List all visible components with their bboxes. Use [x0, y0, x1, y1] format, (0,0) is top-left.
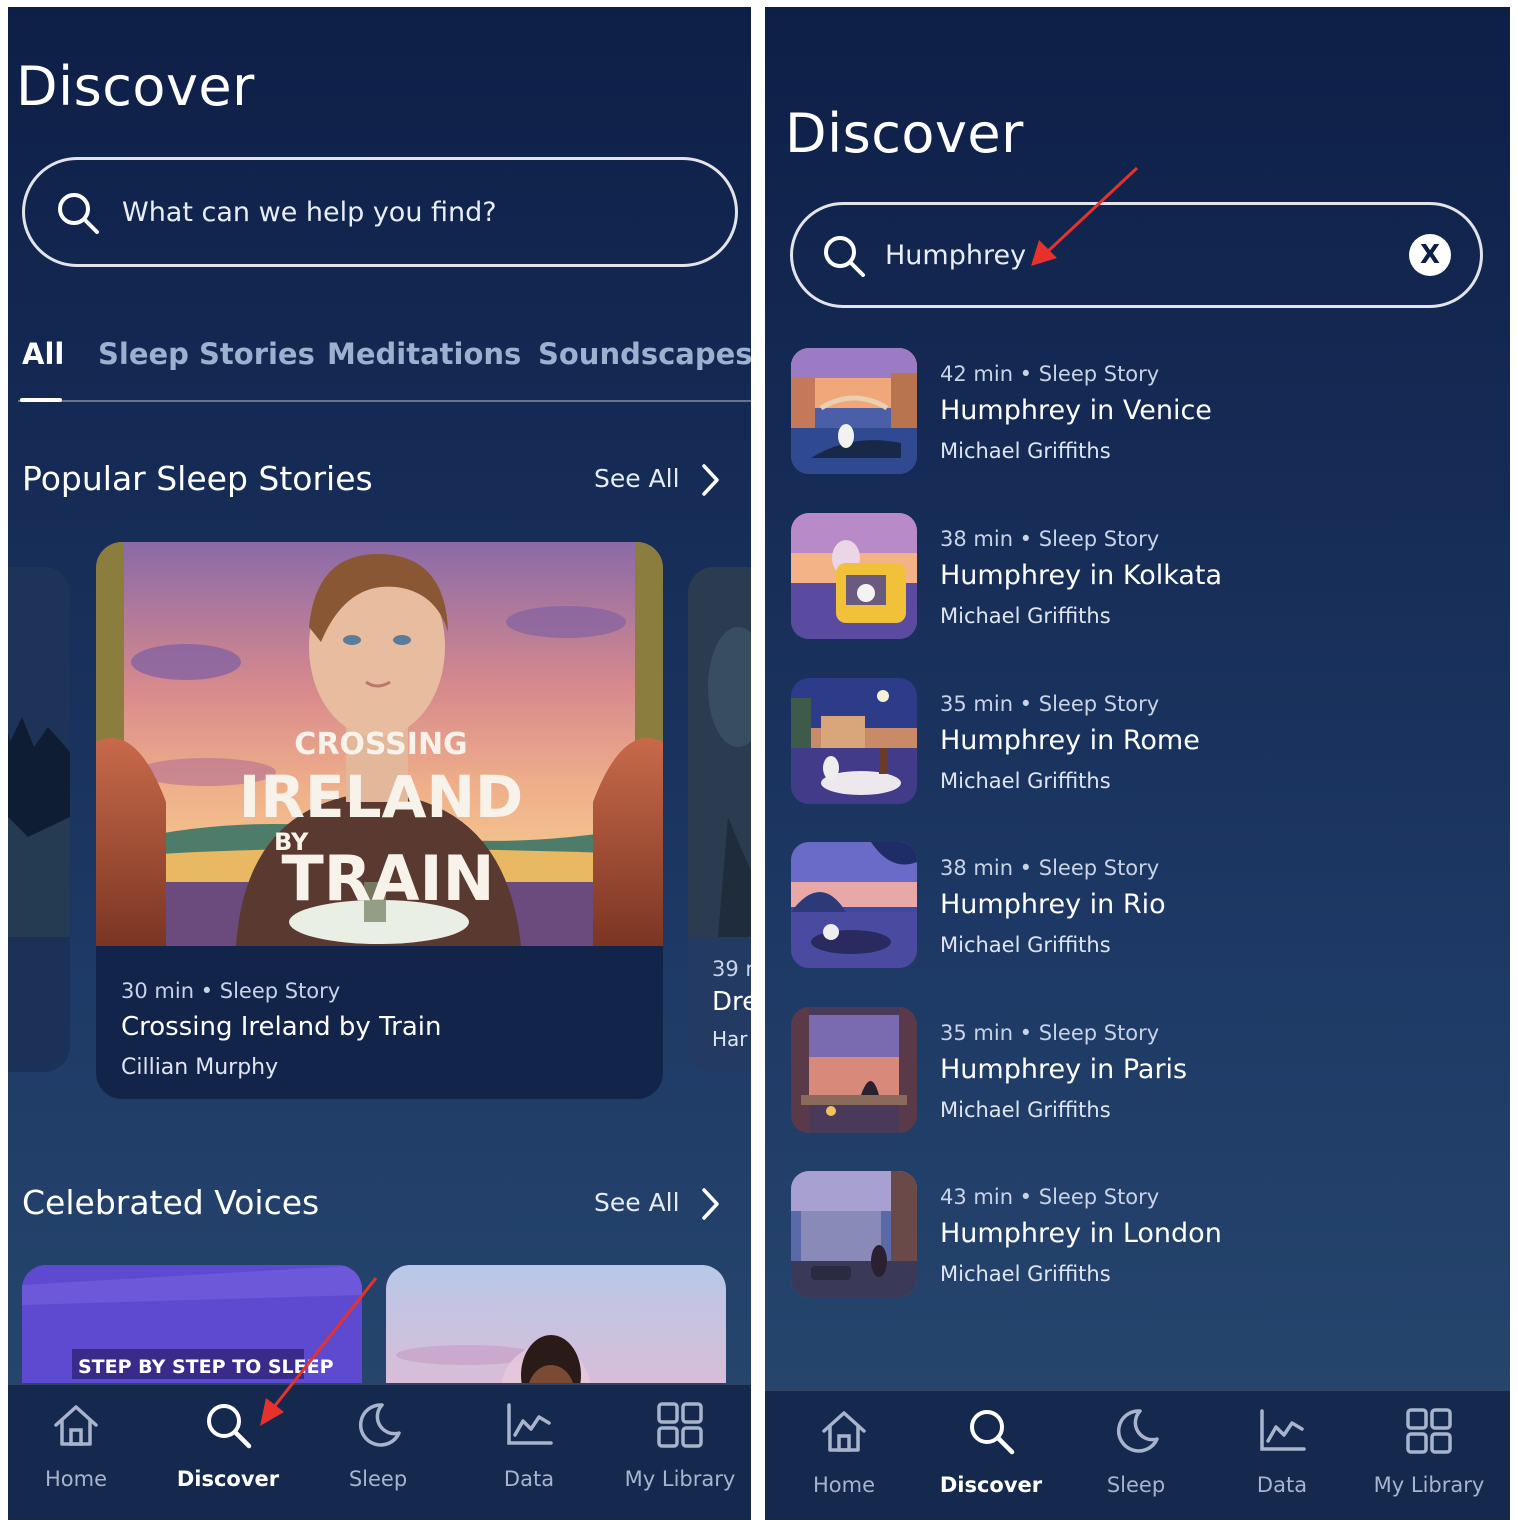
celebrated-voices-heading: Celebrated Voices — [22, 1183, 320, 1222]
next-story-meta: 39 r — [712, 957, 751, 981]
tab-divider — [18, 400, 751, 402]
result-author: Michael Griffiths — [940, 1098, 1111, 1122]
result-meta: 35 min • Sleep Story — [940, 1021, 1160, 1045]
feature-meta: 30 min • Sleep Story — [121, 979, 341, 1003]
chevron-right-icon[interactable] — [700, 463, 720, 497]
tab-all[interactable]: All — [22, 337, 64, 371]
nav-my-library-label: My Library — [1373, 1473, 1485, 1497]
result-author: Michael Griffiths — [940, 769, 1111, 793]
next-story-author: Har — [712, 1027, 748, 1051]
search-placeholder: What can we help you find? — [122, 197, 497, 228]
annotation-arrow — [260, 1277, 378, 1426]
result-title: Humphrey in Paris — [940, 1054, 1188, 1085]
nav-sleep-label: Sleep — [1106, 1473, 1166, 1497]
nav-sleep[interactable]: Sleep — [1061, 1391, 1211, 1520]
result-meta: 42 min • Sleep Story — [940, 362, 1160, 386]
grid-icon — [657, 1402, 703, 1448]
discover-screen-right: Discover Humphrey X 42 min • Sleep Story… — [765, 7, 1510, 1520]
next-story-artwork — [688, 567, 751, 937]
nav-data[interactable]: Data — [1207, 1391, 1357, 1520]
paris-thumbnail — [791, 1007, 917, 1133]
search-bar[interactable]: What can we help you find? — [22, 157, 738, 267]
rio-thumbnail — [791, 842, 917, 968]
result-humphrey-in-kolkata[interactable]: 38 min • Sleep Story Humphrey in Kolkata… — [791, 513, 1491, 641]
nav-discover[interactable]: Discover — [916, 1391, 1066, 1520]
nav-my-library-label: My Library — [624, 1467, 736, 1491]
search-icon — [58, 193, 99, 234]
nav-home-label: Home — [44, 1467, 107, 1491]
result-author: Michael Griffiths — [940, 604, 1111, 628]
result-title: Humphrey in Venice — [940, 395, 1212, 426]
nav-my-library[interactable]: My Library — [605, 1385, 751, 1520]
result-author: Michael Griffiths — [940, 933, 1111, 957]
forest-artwork — [8, 567, 70, 1072]
home-icon — [822, 1411, 866, 1452]
nav-sleep-label: Sleep — [348, 1467, 408, 1491]
result-author: Michael Griffiths — [940, 439, 1111, 463]
grid-icon — [1406, 1408, 1452, 1454]
home-icon — [54, 1405, 98, 1446]
search-input[interactable]: Humphrey — [885, 240, 1026, 271]
result-meta: 35 min • Sleep Story — [940, 692, 1160, 716]
moon-icon — [1116, 1409, 1159, 1453]
result-humphrey-in-rome[interactable]: 35 min • Sleep Story Humphrey in Rome Mi… — [791, 678, 1491, 806]
popular-sleep-stories-heading: Popular Sleep Stories — [22, 459, 373, 498]
result-author: Michael Griffiths — [940, 1262, 1111, 1286]
art-title-line4: TRAIN — [282, 842, 495, 915]
venice-thumbnail — [791, 348, 917, 474]
nav-home[interactable]: Home — [769, 1391, 919, 1520]
london-thumbnail — [791, 1171, 917, 1297]
search-icon — [970, 1410, 1015, 1455]
previous-story-card[interactable] — [8, 567, 70, 1072]
tab-meditations[interactable]: Meditations — [327, 337, 521, 371]
popular-see-all-link[interactable]: See All — [594, 464, 680, 493]
result-meta: 38 min • Sleep Story — [940, 527, 1160, 551]
page-title: Discover — [785, 102, 1024, 165]
next-story-title: Dre — [712, 987, 751, 1017]
result-meta: 43 min • Sleep Story — [940, 1185, 1160, 1209]
result-humphrey-in-london[interactable]: 43 min • Sleep Story Humphrey in London … — [791, 1171, 1491, 1299]
crossing-ireland-artwork: CROSSING IRELAND BY TRAIN — [96, 542, 663, 946]
clear-search-button[interactable]: X — [1409, 234, 1451, 276]
tab-active-indicator — [20, 398, 62, 402]
result-title: Humphrey in Rio — [940, 889, 1166, 920]
nav-data[interactable]: Data — [454, 1385, 604, 1520]
result-title: Humphrey in Kolkata — [940, 560, 1223, 591]
search-icon — [824, 236, 865, 277]
chart-icon — [1260, 1409, 1306, 1451]
art-title-line2: IRELAND — [239, 763, 523, 831]
search-icon — [207, 1404, 252, 1449]
result-title: Humphrey in Rome — [940, 725, 1200, 756]
kolkata-thumbnail — [791, 513, 917, 639]
feature-title: Crossing Ireland by Train — [121, 1012, 442, 1042]
tab-soundscapes[interactable]: Soundscapes — [538, 337, 751, 371]
page-title: Discover — [16, 55, 255, 118]
result-title: Humphrey in London — [940, 1218, 1222, 1249]
chart-icon — [507, 1403, 553, 1445]
discover-screen-left: Discover What can we help you find? All … — [8, 7, 751, 1520]
nav-discover-label: Discover — [176, 1467, 280, 1491]
result-humphrey-in-rio[interactable]: 38 min • Sleep Story Humphrey in Rio Mic… — [791, 842, 1491, 970]
chevron-right-icon[interactable] — [700, 1187, 720, 1221]
rome-thumbnail — [791, 678, 917, 804]
result-humphrey-in-paris[interactable]: 35 min • Sleep Story Humphrey in Paris M… — [791, 1007, 1491, 1135]
tab-sleep-stories[interactable]: Sleep Stories — [98, 337, 315, 371]
voices-see-all-link[interactable]: See All — [594, 1188, 680, 1217]
nav-data-label: Data — [503, 1467, 555, 1491]
result-meta: 38 min • Sleep Story — [940, 856, 1160, 880]
next-story-card[interactable]: 39 r Dre Har — [688, 567, 751, 1072]
featured-story-card[interactable]: CROSSING IRELAND BY TRAIN 30 min • Sleep… — [96, 542, 663, 1099]
nav-home-label: Home — [812, 1473, 875, 1497]
bottom-tab-bar: Home Discover Sleep Data My Library — [765, 1389, 1510, 1520]
nav-discover-label: Discover — [939, 1473, 1043, 1497]
nav-my-library[interactable]: My Library — [1354, 1391, 1504, 1520]
nav-home[interactable]: Home — [8, 1385, 151, 1520]
art-title-line1: CROSSING — [294, 727, 467, 762]
nav-data-label: Data — [1256, 1473, 1308, 1497]
annotation-arrow — [1031, 166, 1139, 266]
result-humphrey-in-venice[interactable]: 42 min • Sleep Story Humphrey in Venice … — [791, 348, 1491, 476]
feature-author: Cillian Murphy — [121, 1055, 279, 1080]
